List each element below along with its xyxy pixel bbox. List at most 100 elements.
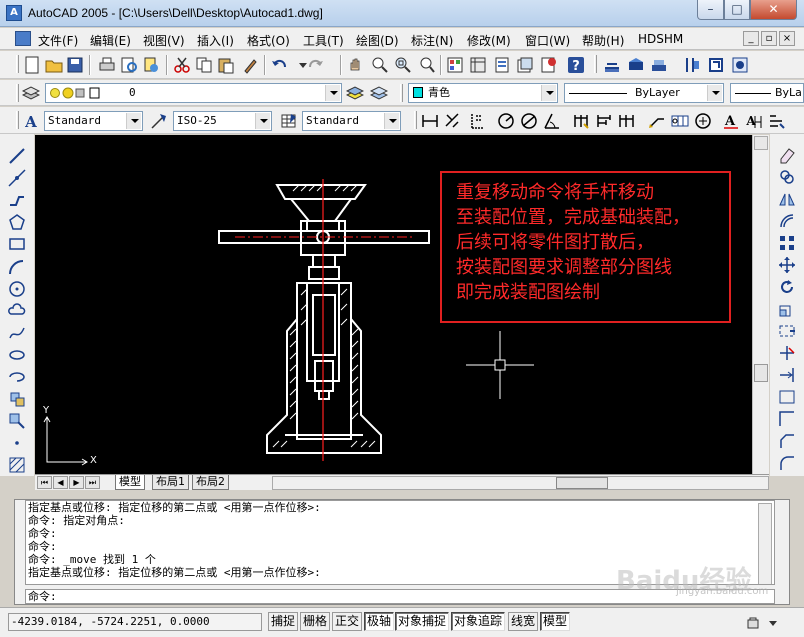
arc-icon[interactable] <box>8 259 26 277</box>
color-dropdown[interactable]: 青色 <box>408 83 558 103</box>
toolbar-grip[interactable] <box>400 84 403 102</box>
linear-dimension-icon[interactable] <box>421 112 439 130</box>
tool-palettes-icon[interactable] <box>493 56 511 74</box>
plot-preview-icon[interactable] <box>120 56 138 74</box>
rotate-icon[interactable] <box>778 278 796 296</box>
make-layer-current-icon[interactable] <box>346 84 364 102</box>
polygon-icon[interactable] <box>8 213 26 231</box>
quick-leader-icon[interactable] <box>647 112 665 130</box>
scroll-up-button[interactable] <box>754 136 768 150</box>
center-mark-icon[interactable] <box>694 112 712 130</box>
baseline-dimension-icon[interactable] <box>595 112 613 130</box>
snap-toggle[interactable]: 捕捉 <box>268 612 299 631</box>
menu-edit[interactable]: 编辑(E) <box>90 32 131 49</box>
prev-tab-button[interactable]: ◀ <box>53 476 68 489</box>
doc-minimize-button[interactable]: _ <box>743 31 759 46</box>
stretch-icon[interactable] <box>778 322 796 340</box>
toolbar-grip[interactable] <box>594 55 597 73</box>
model-space-toggle[interactable]: 模型 <box>540 612 571 631</box>
layer-tool-icon-3[interactable] <box>650 56 668 74</box>
zoom-previous-icon[interactable] <box>418 56 436 74</box>
hatch-icon[interactable] <box>8 456 26 474</box>
layer-tool-icon-6[interactable] <box>731 56 749 74</box>
lineweight-toggle[interactable]: 线宽 <box>508 612 539 631</box>
menu-hdshm[interactable]: HDSHM <box>638 32 683 46</box>
menu-file[interactable]: 文件(F) <box>38 32 78 49</box>
copy-icon[interactable] <box>195 56 213 74</box>
drawing-canvas[interactable]: Y X 重复移动命令将手杆移动 至装配位置，完成基础装配， 后续可将零件图打散后… <box>35 135 752 475</box>
zoom-realtime-icon[interactable] <box>371 56 389 74</box>
scrollbar-thumb[interactable] <box>556 477 608 489</box>
make-block-icon[interactable] <box>8 412 26 430</box>
ortho-toggle[interactable]: 正交 <box>332 612 363 631</box>
layer-previous-icon[interactable] <box>370 84 388 102</box>
dimension-text-edit-icon[interactable]: A <box>745 112 763 130</box>
menu-view[interactable]: 视图(V) <box>143 32 185 49</box>
tab-layout2[interactable]: 布局2 <box>192 475 229 490</box>
copy-object-icon[interactable] <box>778 168 796 186</box>
chamfer-icon[interactable] <box>778 432 796 450</box>
markup-set-manager-icon[interactable] <box>540 56 558 74</box>
extend-icon[interactable] <box>778 366 796 384</box>
chevron-down-icon[interactable] <box>707 85 722 101</box>
scrollbar-thumb[interactable] <box>754 364 768 382</box>
design-center-icon[interactable] <box>469 56 487 74</box>
circle-icon[interactable] <box>8 280 26 298</box>
document-icon[interactable] <box>15 31 31 46</box>
layer-tool-icon-1[interactable] <box>603 56 621 74</box>
array-icon[interactable] <box>778 234 796 252</box>
polyline-icon[interactable] <box>8 191 26 209</box>
command-scrollbar[interactable] <box>758 503 772 584</box>
scale-icon[interactable] <box>778 300 796 318</box>
menu-draw[interactable]: 绘图(D) <box>356 32 399 49</box>
aligned-dimension-icon[interactable] <box>444 112 462 130</box>
dimension-edit-icon[interactable]: A <box>722 112 740 130</box>
pan-realtime-icon[interactable] <box>347 56 365 74</box>
first-tab-button[interactable]: ⏮ <box>37 476 52 489</box>
move-icon[interactable] <box>778 256 796 274</box>
next-tab-button[interactable]: ▶ <box>69 476 84 489</box>
toolbar-grip[interactable] <box>414 111 417 129</box>
dimension-update-icon[interactable] <box>768 112 786 130</box>
chevron-down-icon[interactable] <box>384 113 399 129</box>
menu-tools[interactable]: 工具(T) <box>303 32 344 49</box>
angular-dimension-icon[interactable] <box>543 112 561 130</box>
layer-tool-icon-4[interactable] <box>683 56 701 74</box>
last-tab-button[interactable]: ⏭ <box>85 476 100 489</box>
tray-menu-arrow-icon[interactable] <box>766 616 780 630</box>
match-properties-icon[interactable] <box>242 56 260 74</box>
print-icon[interactable] <box>98 56 116 74</box>
mirror-icon[interactable] <box>778 190 796 208</box>
trim-icon[interactable] <box>778 344 796 362</box>
open-folder-icon[interactable] <box>45 56 63 74</box>
chevron-down-icon[interactable] <box>325 85 340 101</box>
tolerance-icon[interactable] <box>671 112 689 130</box>
properties-icon[interactable] <box>446 56 464 74</box>
chevron-down-icon[interactable] <box>126 113 141 129</box>
fillet-icon[interactable] <box>778 454 796 472</box>
canvas-vertical-scrollbar[interactable] <box>752 135 769 476</box>
erase-icon[interactable] <box>778 146 796 164</box>
tab-layout1[interactable]: 布局1 <box>152 475 189 490</box>
radius-dimension-icon[interactable] <box>497 112 515 130</box>
toolbar-grip[interactable] <box>16 55 19 73</box>
menu-modify[interactable]: 修改(M) <box>467 32 511 49</box>
spline-icon[interactable] <box>8 324 26 342</box>
menu-insert[interactable]: 插入(I) <box>197 32 234 49</box>
new-file-icon[interactable] <box>23 56 41 74</box>
menu-window[interactable]: 窗口(W) <box>525 32 570 49</box>
autocad-app-icon[interactable]: A <box>6 5 22 21</box>
insert-block-icon[interactable] <box>8 390 26 408</box>
osnap-toggle[interactable]: 对象捕捉 <box>395 612 450 631</box>
table-style-icon[interactable] <box>280 112 298 130</box>
linetype-dropdown[interactable]: ByLayer <box>564 83 724 103</box>
layer-tool-icon-5[interactable] <box>707 56 725 74</box>
menu-format[interactable]: 格式(O) <box>247 32 290 49</box>
offset-icon[interactable] <box>778 212 796 230</box>
save-icon[interactable] <box>66 56 84 74</box>
join-icon[interactable] <box>778 410 796 428</box>
diameter-dimension-icon[interactable] <box>520 112 538 130</box>
ellipse-arc-icon[interactable] <box>8 368 26 386</box>
chevron-down-icon[interactable] <box>541 85 556 101</box>
continue-dimension-icon[interactable] <box>618 112 636 130</box>
